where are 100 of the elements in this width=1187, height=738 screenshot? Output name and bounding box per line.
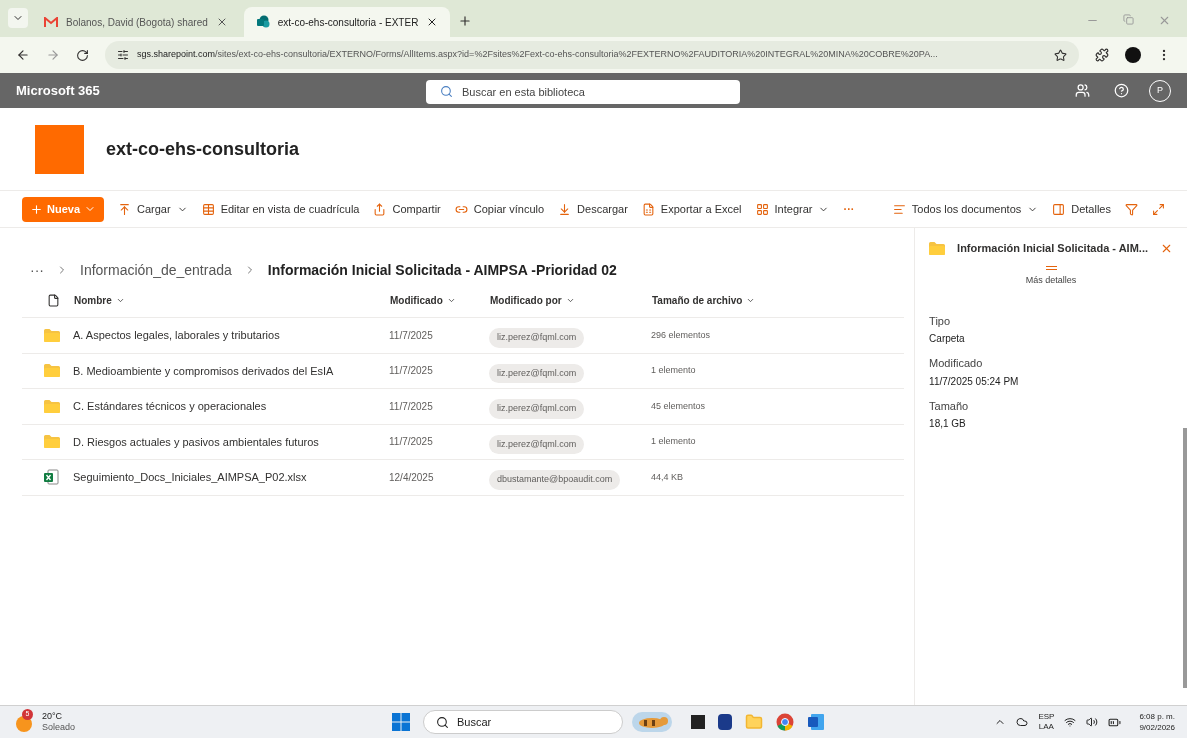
modified-date: 11/7/2025 (389, 364, 434, 379)
cloud-icon[interactable] (1016, 716, 1029, 728)
start-icon[interactable] (392, 713, 410, 731)
language[interactable]: ESP (1038, 712, 1055, 722)
file-row[interactable]: C. Estándares técnicos y operacionales 11/7/2025 liz.perez@fqml.com 45 elementos (22, 389, 905, 425)
column-header[interactable]: Nombre (74, 293, 390, 308)
breadcrumb-item[interactable]: Información_de_entrada (80, 259, 232, 281)
file-name[interactable]: B. Medioambiente y compromisos derivados del EsIA (73, 362, 389, 379)
url-text: sgs.sharepoint.com/sites/ext-co-ehs-consultoria/EXTERNO/Forms/AllItems.aspx?id=%2Fsites%2Fext-co-ehs-consultoria%2FEXTERNO%2FAUDITORIA%20INTEGRAL%20MINA%20COBRE%20PA... (137, 48, 938, 62)
modified-date: 11/7/2025 (389, 435, 434, 450)
search-field[interactable]: Buscar en esta biblioteca (426, 79, 740, 104)
expand-icon[interactable] (1152, 202, 1165, 216)
modified-date: 11/7/2025 (389, 328, 434, 343)
sort-icon (446, 296, 456, 305)
user-chip[interactable]: dbustamante@bpoaudit.com (489, 470, 621, 490)
modified-date: 11/7/2025 (389, 399, 434, 414)
view-selector[interactable]: Todos los documentos (892, 200, 1039, 218)
file-size: 45 elementos (651, 399, 706, 413)
column-header[interactable]: Modificado por (490, 293, 652, 308)
user-chip[interactable]: liz.perez@fqml.com (489, 363, 585, 383)
toolbar-button[interactable]: Editar en vista de cuadrícula (201, 200, 360, 218)
site-logo (35, 124, 84, 174)
toolbar-button[interactable]: Compartir (373, 200, 441, 218)
scrollbar[interactable] (1183, 428, 1187, 688)
file-name[interactable]: Seguimiento_Docs_Iniciales_AIMPSA_P02.xlsx (73, 469, 389, 486)
address-field[interactable]: sgs.sharepoint.com/sites/ext-co-ehs-consultoria/EXTERNO/Forms/AllItems.aspx?id=%2Fsites%2Fext-co-ehs-consultoria%2FEXTERNO%2FAUDITORIA%20INTEGRAL%20MINA%20COBRE%20PA... (105, 41, 1079, 69)
toolbar-button[interactable]: Copiar vínculo (454, 200, 545, 218)
details-icon (1052, 202, 1066, 216)
bookmark-icon[interactable] (1054, 48, 1067, 62)
sort-icon (565, 296, 575, 305)
help-icon[interactable] (1114, 83, 1129, 98)
tab-title: Bolanos, David (Bogota) shared (66, 15, 208, 30)
upload-icon (118, 202, 132, 216)
file-size: 1 elemento (651, 364, 696, 377)
site-settings-icon[interactable] (117, 49, 129, 61)
file-row[interactable]: D. Riesgos actuales y pasivos ambientales futuros 11/7/2025 liz.perez@fqml.com 1 elemento (22, 424, 905, 460)
filter-icon[interactable] (1125, 202, 1138, 216)
file-size: 296 elementos (651, 328, 711, 342)
user-chip[interactable]: liz.perez@fqml.com (489, 434, 585, 454)
user-chip[interactable]: liz.perez@fqml.com (489, 328, 585, 348)
document-app-icon[interactable] (807, 713, 825, 731)
file-row[interactable]: Seguimiento_Docs_Iniciales_AIMPSA_P02.xlsx 12/4/2025 dbustamante@bpoaudit.com 44,4 KB (22, 460, 905, 496)
file-name[interactable]: C. Estándares técnicos y operacionales (73, 398, 389, 415)
modified-date: 12/4/2025 (389, 470, 435, 485)
file-row[interactable]: B. Medioambiente y compromisos derivados del EsIA 11/7/2025 liz.perez@fqml.com 1 elemento (22, 353, 905, 389)
folder-icon (44, 364, 60, 378)
keyboard-layout[interactable]: LAA (1038, 722, 1054, 732)
taskbar-search[interactable]: Buscar (423, 710, 623, 734)
toolbar-button[interactable]: Exportar a Excel (641, 200, 742, 218)
toolbar-button[interactable]: Integrar (755, 200, 830, 218)
folder-icon (44, 399, 60, 413)
browser-tab[interactable]: ext-co-ehs-consultoria - EXTER (243, 7, 451, 37)
view-icon (892, 202, 906, 216)
file-name[interactable]: A. Aspectos legales, laborales y tributarios (73, 327, 389, 344)
sort-icon (115, 296, 125, 305)
file-size: 44,4 KB (651, 470, 684, 484)
column-header[interactable]: Modificado (390, 293, 490, 308)
folder-icon (44, 435, 60, 449)
browser-tab[interactable]: Bolanos, David (Bogota) shared (32, 7, 240, 37)
download-icon (558, 202, 572, 216)
property-label: Tipo (929, 313, 952, 329)
file-name[interactable]: D. Riesgos actuales y pasivos ambientales futuros (73, 433, 389, 450)
pane-title: Información Inicial Solicitada - AIM... (957, 240, 1148, 256)
search-icon (436, 715, 449, 729)
toolbar-button[interactable]: Cargar (118, 200, 188, 218)
site-icon (255, 15, 270, 29)
tab-title: ext-co-ehs-consultoria - EXTER (277, 15, 419, 30)
share-icon (373, 202, 387, 216)
wifi-icon[interactable] (1064, 716, 1077, 728)
spreadsheet-icon (641, 202, 655, 216)
people-icon[interactable] (1075, 83, 1090, 98)
user-chip[interactable]: liz.perez@fqml.com (489, 399, 585, 419)
app-icon[interactable] (718, 714, 732, 730)
sort-icon (746, 296, 756, 305)
more-details-button[interactable]: Más detalles (929, 266, 1173, 288)
browser-icon[interactable] (776, 713, 794, 731)
property-value: 18,1 GB (929, 417, 967, 431)
profile-avatar[interactable] (1125, 47, 1141, 63)
new-tab-icon[interactable] (458, 14, 473, 28)
volume-icon[interactable] (1086, 716, 1099, 728)
clock-time[interactable]: 6:08 p. m. (1139, 711, 1175, 722)
clock-date[interactable]: 9/02/2026 (1139, 722, 1175, 733)
extensions-icon[interactable] (1095, 48, 1109, 62)
weather-condition: Soleado (42, 722, 77, 733)
column-header[interactable]: Tamaño de archivo (652, 293, 812, 308)
breadcrumb-more[interactable]: ··· (30, 259, 44, 281)
details-button[interactable]: Detalles (1052, 200, 1111, 218)
reload-icon[interactable] (76, 48, 89, 62)
toolbar-button[interactable]: Descargar (558, 200, 628, 218)
folder-icon (44, 328, 60, 342)
grid-icon (201, 202, 215, 216)
folder-icon (929, 241, 946, 255)
file-row[interactable]: A. Aspectos legales, laborales y tributarios 11/7/2025 liz.perez@fqml.com 296 elementos (22, 318, 905, 354)
back-icon[interactable] (16, 48, 30, 62)
temperature: 20°C (42, 711, 64, 722)
property-label: Tamaño (929, 398, 970, 414)
breadcrumb-item[interactable]: Información Inicial Solicitada - AIMPSA -Prioridad 02 (267, 259, 617, 281)
app-title: Microsoft 365 (16, 81, 101, 100)
property-label: Modificado (929, 356, 984, 371)
site-title[interactable]: ext-co-ehs-consultoria (106, 135, 300, 163)
